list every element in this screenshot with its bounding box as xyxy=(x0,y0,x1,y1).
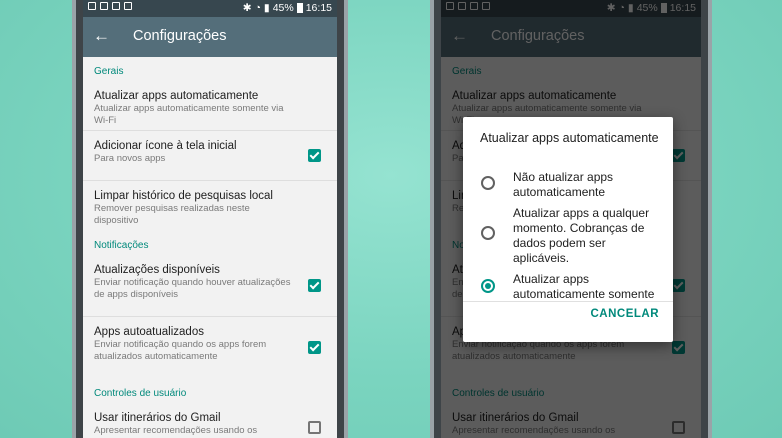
settings-screen: ✱ ◔ ▮ 45% 16:15 ← Configurações Gerais A… xyxy=(83,0,337,438)
wifi-icon: ◔ xyxy=(254,2,261,14)
dialog-options: Não atualizar apps automaticamente Atual… xyxy=(463,167,673,301)
clock: 16:15 xyxy=(305,2,332,14)
phone-left: ✱ ◔ ▮ 45% 16:15 ← Configurações Gerais A… xyxy=(72,0,348,438)
section-user-controls: Controles de usuário xyxy=(94,388,187,399)
setting-title: Atualizar apps automaticamente xyxy=(94,90,259,102)
setting-subtitle: Enviar notificação quando os apps forem … xyxy=(94,339,267,362)
arrow-left-icon[interactable]: ← xyxy=(93,27,110,45)
dialog-divider xyxy=(463,301,673,302)
phone-right: ✱ ◔ ▮ 45% 16:15 ← Configurações Gerais A… xyxy=(430,0,712,438)
setting-gmail-itineraries[interactable]: Usar itinerários do Gmail Apresentar rec… xyxy=(83,403,337,438)
radio-unselected-icon[interactable] xyxy=(481,226,495,240)
option-label: Atualizar apps a qualquer momento. Cobra… xyxy=(513,206,650,265)
page-title: Configurações xyxy=(133,28,227,44)
setting-title: Atualizações disponíveis xyxy=(94,264,220,276)
auto-update-dialog: Atualizar apps automaticamente Não atual… xyxy=(463,117,673,342)
setting-title: Adicionar ícone à tela inicial xyxy=(94,140,237,152)
option-label: Atualizar apps automaticamente somente v… xyxy=(513,272,655,301)
setting-add-icon[interactable]: Adicionar ícone à tela inicial Para novo… xyxy=(83,131,337,181)
settings-list: Gerais Atualizar apps automaticamente At… xyxy=(83,57,337,438)
notification-icon xyxy=(124,2,132,10)
setting-subtitle: Atualizar apps automaticamente somente v… xyxy=(94,103,284,126)
battery-icon xyxy=(296,3,303,13)
checkbox-checked-icon[interactable] xyxy=(308,149,321,162)
app-bar: ← Configurações xyxy=(83,17,337,57)
section-notifications: Notificações xyxy=(94,240,149,251)
notification-icon xyxy=(112,2,120,10)
radio-unselected-icon[interactable] xyxy=(481,176,495,190)
setting-clear-history[interactable]: Limpar histórico de pesquisas local Remo… xyxy=(83,181,337,231)
setting-title: Limpar histórico de pesquisas local xyxy=(94,190,273,202)
signal-icon: ▮ xyxy=(263,2,270,14)
settings-screen-dialog: ✱ ◔ ▮ 45% 16:15 ← Configurações Gerais A… xyxy=(441,0,701,438)
bluetooth-icon: ✱ xyxy=(242,2,252,14)
battery-percent: 45% xyxy=(272,2,294,14)
setting-apps-updated[interactable]: Apps autoatualizados Enviar notificação … xyxy=(83,317,337,379)
notification-icon xyxy=(100,2,108,10)
setting-title: Apps autoatualizados xyxy=(94,326,204,338)
status-right: ✱ ◔ ▮ 45% 16:15 xyxy=(243,2,332,14)
option-any-time[interactable]: Atualizar apps a qualquer momento. Cobra… xyxy=(463,204,673,266)
notification-icon xyxy=(88,2,96,10)
option-never[interactable]: Não atualizar apps automaticamente xyxy=(463,167,673,200)
option-label: Não atualizar apps automaticamente xyxy=(513,170,614,199)
checkbox-empty-icon[interactable] xyxy=(308,421,321,434)
setting-auto-update[interactable]: Atualizar apps automaticamente Atualizar… xyxy=(83,81,337,131)
setting-subtitle: Remover pesquisas realizadas neste dispo… xyxy=(94,203,250,226)
section-general: Gerais xyxy=(94,66,124,77)
setting-subtitle: Apresentar recomendações usando os xyxy=(94,425,258,436)
option-wifi-only[interactable]: Atualizar apps automaticamente somente v… xyxy=(463,270,673,301)
setting-subtitle: Enviar notificação quando houver atualiz… xyxy=(94,277,291,300)
checkbox-checked-icon[interactable] xyxy=(308,341,321,354)
checkbox-checked-icon[interactable] xyxy=(308,279,321,292)
status-bar: ✱ ◔ ▮ 45% 16:15 xyxy=(83,0,337,17)
setting-subtitle: Para novos apps xyxy=(94,153,166,164)
setting-title: Usar itinerários do Gmail xyxy=(94,412,221,424)
setting-updates-available[interactable]: Atualizações disponíveis Enviar notifica… xyxy=(83,255,337,317)
dialog-title: Atualizar apps automaticamente xyxy=(480,131,659,145)
notification-icons xyxy=(88,2,132,10)
radio-selected-icon[interactable] xyxy=(481,279,495,293)
cancel-button[interactable]: CANCELAR xyxy=(590,308,659,320)
